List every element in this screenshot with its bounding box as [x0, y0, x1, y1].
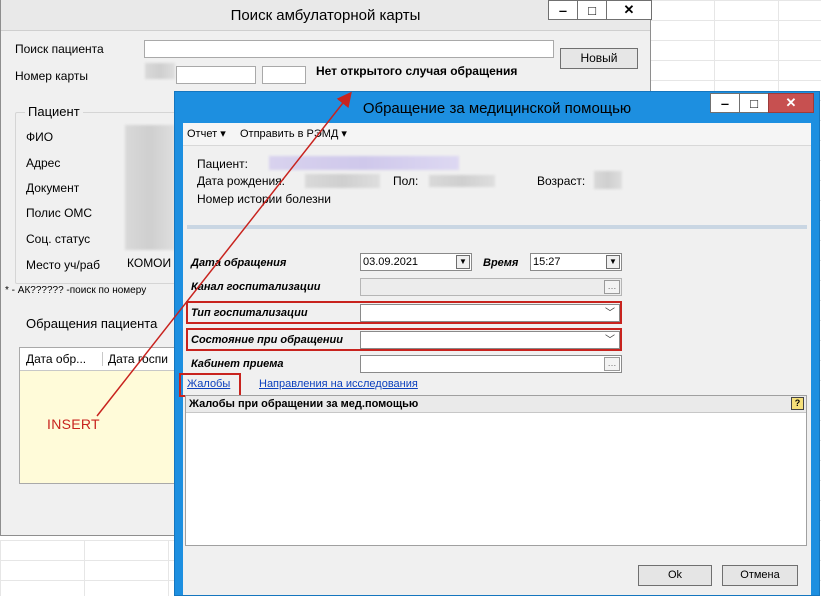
ellipsis-button[interactable]: …	[604, 280, 620, 294]
state-label: Состояние при обращении	[191, 334, 343, 346]
hosp-type-select[interactable]: ﹀	[360, 304, 620, 322]
workplace-value: КОМОИ	[127, 256, 172, 270]
patient-group-label: Пациент	[25, 104, 83, 119]
menu-send-label: Отправить в РЭМД	[240, 128, 339, 140]
redacted-patient-data	[125, 125, 175, 250]
background-spreadsheet-grid	[0, 540, 180, 596]
visit-date-label: Дата обращения	[191, 257, 287, 269]
history-number-label: Номер истории болезни	[197, 192, 331, 206]
caption-buttons: ‒ □ ✕	[710, 93, 814, 115]
chevron-down-icon: ﹀	[605, 308, 615, 319]
search-input[interactable]	[144, 40, 554, 58]
maximize-button[interactable]: □	[577, 0, 607, 20]
card-suffix-input[interactable]	[262, 66, 306, 84]
social-status-label: Соц. статус	[26, 232, 91, 246]
menu-bar: Отчет ▾ Отправить в РЭМД ▾	[183, 123, 811, 146]
card-number-label: Номер карты	[15, 69, 88, 83]
column-header-hosp-date[interactable]: Дата госпи	[102, 352, 168, 366]
cancel-button[interactable]: Отмена	[722, 565, 798, 586]
title-bar: Поиск амбулаторной карты ‒ □ ✕	[1, 0, 652, 31]
dialog-medical-visit: Обращение за медицинской помощью ‒ □ ✕ О…	[174, 91, 820, 596]
close-button[interactable]: ✕	[768, 93, 814, 113]
chevron-down-icon: ▾	[220, 128, 226, 140]
visit-date-picker[interactable]: 03.09.2021 ▼	[360, 253, 472, 271]
cabinet-label: Кабинет приема	[191, 358, 284, 370]
redacted-age	[594, 171, 622, 189]
time-picker[interactable]: 15:27 ▼	[530, 253, 622, 271]
menu-report[interactable]: Отчет ▾	[187, 127, 226, 140]
no-open-case-text: Нет открытого случая обращения	[316, 64, 518, 78]
state-select[interactable]: ﹀	[360, 331, 620, 349]
time-value: 15:27	[533, 256, 561, 268]
sex-label: Пол:	[393, 174, 419, 188]
search-label: Поиск пациента	[15, 42, 104, 56]
cabinet-select[interactable]: …	[360, 355, 622, 373]
visits-label: Обращения пациента	[26, 316, 158, 331]
workplace-label: Место уч/раб	[26, 258, 100, 272]
patient-label: Пациент:	[197, 157, 249, 171]
ellipsis-button[interactable]: …	[604, 357, 620, 371]
redacted-patient-name	[269, 156, 459, 170]
ok-button[interactable]: Ok	[638, 565, 712, 586]
caption-buttons: ‒ □ ✕	[548, 0, 652, 22]
chevron-down-icon: ▾	[341, 128, 347, 140]
minimize-button[interactable]: ‒	[548, 0, 578, 20]
tab-directions[interactable]: Направления на исследования	[259, 378, 418, 390]
complaints-panel-title: Жалобы при обращении за мед.помощью	[186, 396, 806, 413]
separator	[187, 225, 807, 229]
document-label: Документ	[26, 181, 80, 195]
menu-report-label: Отчет	[187, 128, 218, 140]
help-icon[interactable]: ?	[791, 397, 804, 410]
column-header-date[interactable]: Дата обр...	[26, 352, 86, 366]
time-label: Время	[483, 257, 519, 269]
dialog-client-area: Отчет ▾ Отправить в РЭМД ▾ Пациент: Дата…	[179, 123, 811, 595]
date-dropdown-button[interactable]: ▼	[456, 255, 470, 269]
menu-send-remd[interactable]: Отправить в РЭМД ▾	[240, 127, 347, 140]
policy-label: Полис ОМС	[26, 206, 93, 220]
redacted-value	[145, 63, 175, 79]
tab-complaints[interactable]: Жалобы	[187, 378, 230, 390]
maximize-button[interactable]: □	[739, 93, 769, 113]
fio-label: ФИО	[26, 130, 54, 144]
complaints-panel: Жалобы при обращении за мед.помощью ?	[185, 395, 807, 546]
new-button[interactable]: Новый	[560, 48, 638, 69]
chevron-down-icon: ﹀	[605, 335, 615, 346]
visit-date-value: 03.09.2021	[363, 256, 419, 268]
card-number-input[interactable]	[176, 66, 256, 84]
redacted-birth-date	[305, 174, 380, 188]
minimize-button[interactable]: ‒	[710, 93, 740, 113]
channel-select[interactable]: …	[360, 278, 622, 296]
redacted-sex	[429, 175, 495, 187]
complaints-text-area[interactable]	[186, 413, 806, 545]
hosp-type-label: Тип госпитализации	[191, 307, 308, 319]
birth-date-label: Дата рождения:	[197, 174, 285, 188]
age-label: Возраст:	[537, 174, 586, 188]
close-button[interactable]: ✕	[606, 0, 652, 20]
address-label: Адрес	[26, 156, 61, 170]
search-hint: * - АК?????? -поиск по номеру	[5, 285, 147, 296]
table-header: Дата обр... Дата госпи	[20, 348, 178, 371]
channel-label: Канал госпитализации	[191, 281, 321, 293]
time-dropdown-button[interactable]: ▼	[606, 255, 620, 269]
insert-annotation-label: INSERT	[47, 416, 100, 432]
